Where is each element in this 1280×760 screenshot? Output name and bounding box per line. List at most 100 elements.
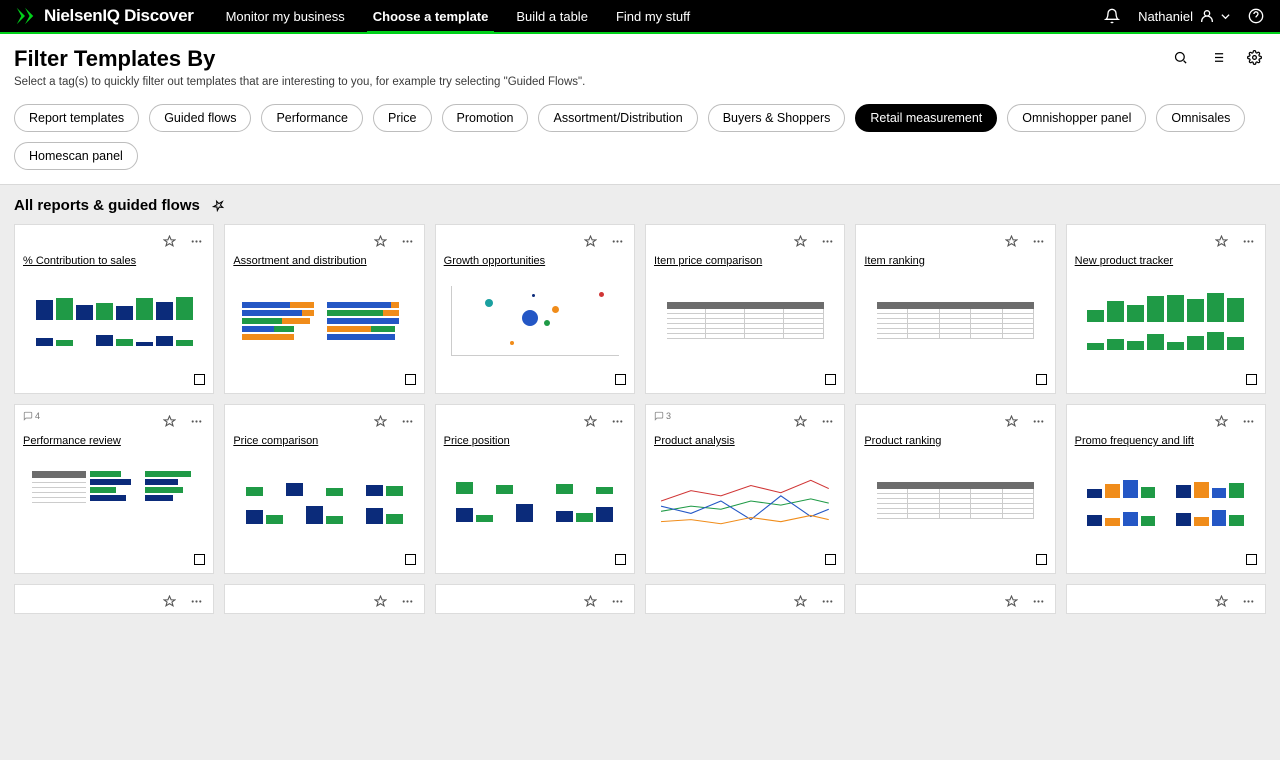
card-title[interactable]: Performance review: [23, 435, 205, 447]
more-icon[interactable]: [819, 593, 836, 607]
card-partial[interactable]: [224, 584, 424, 614]
more-icon[interactable]: [399, 233, 416, 247]
star-icon[interactable]: [1003, 233, 1020, 247]
star-icon[interactable]: [372, 593, 389, 607]
more-icon[interactable]: [1240, 413, 1257, 427]
star-icon[interactable]: [582, 233, 599, 247]
report-type-icon: [615, 554, 626, 565]
more-icon[interactable]: [1030, 593, 1047, 607]
star-icon[interactable]: [372, 233, 389, 247]
more-icon[interactable]: [609, 413, 626, 427]
card-title[interactable]: New product tracker: [1075, 255, 1257, 267]
star-icon[interactable]: [1213, 413, 1230, 427]
card-title[interactable]: Assortment and distribution: [233, 255, 415, 267]
chip-report-templates[interactable]: Report templates: [14, 104, 139, 132]
nav-monitor[interactable]: Monitor my business: [212, 0, 359, 32]
nav-build-table[interactable]: Build a table: [502, 0, 602, 32]
page-subtitle: Select a tag(s) to quickly filter out te…: [14, 76, 1266, 88]
star-icon[interactable]: [1003, 593, 1020, 607]
card-partial[interactable]: [855, 584, 1055, 614]
chart-thumb: [667, 302, 824, 339]
card-growth-opportunities[interactable]: Growth opportunities: [435, 224, 635, 394]
settings-icon[interactable]: [1245, 48, 1264, 67]
topbar-right: Nathaniel: [1102, 6, 1266, 26]
notifications-icon[interactable]: [1102, 6, 1122, 26]
report-type-icon: [194, 554, 205, 565]
more-icon[interactable]: [819, 413, 836, 427]
card-assortment-distribution[interactable]: Assortment and distribution: [224, 224, 424, 394]
card-price-position[interactable]: Price position: [435, 404, 635, 574]
card-title[interactable]: Growth opportunities: [444, 255, 626, 267]
star-icon[interactable]: [792, 233, 809, 247]
star-icon[interactable]: [792, 593, 809, 607]
chart-thumb: [1087, 466, 1244, 536]
list-view-icon[interactable]: [1208, 48, 1227, 67]
chevron-down-icon: [1221, 12, 1230, 21]
card-title[interactable]: Price comparison: [233, 435, 415, 447]
star-icon[interactable]: [792, 413, 809, 427]
chip-omnisales[interactable]: Omnisales: [1156, 104, 1245, 132]
more-icon[interactable]: [609, 593, 626, 607]
chip-performance[interactable]: Performance: [261, 104, 363, 132]
brand-logo: NielsenIQ Discover: [14, 5, 194, 27]
chip-omnishopper[interactable]: Omnishopper panel: [1007, 104, 1146, 132]
chip-homescan[interactable]: Homescan panel: [14, 142, 138, 170]
card-title[interactable]: Product analysis: [654, 435, 836, 447]
card-partial[interactable]: [645, 584, 845, 614]
more-icon[interactable]: [1030, 413, 1047, 427]
chip-guided-flows[interactable]: Guided flows: [149, 104, 251, 132]
user-name: Nathaniel: [1138, 9, 1193, 24]
star-icon[interactable]: [1003, 413, 1020, 427]
card-title[interactable]: Promo frequency and lift: [1075, 435, 1257, 447]
more-icon[interactable]: [1030, 233, 1047, 247]
card-product-ranking[interactable]: Product ranking: [855, 404, 1055, 574]
star-icon[interactable]: [1213, 593, 1230, 607]
card-item-price-comparison[interactable]: Item price comparison: [645, 224, 845, 394]
more-icon[interactable]: [1240, 593, 1257, 607]
card-partial[interactable]: [435, 584, 635, 614]
card-title[interactable]: Item price comparison: [654, 255, 836, 267]
card-title[interactable]: % Contribution to sales: [23, 255, 205, 267]
nav-find-stuff[interactable]: Find my stuff: [602, 0, 704, 32]
more-icon[interactable]: [1240, 233, 1257, 247]
search-icon[interactable]: [1171, 48, 1190, 67]
star-icon[interactable]: [582, 593, 599, 607]
card-title[interactable]: Product ranking: [864, 435, 1046, 447]
top-nav: Monitor my business Choose a template Bu…: [212, 0, 705, 32]
star-icon[interactable]: [1213, 233, 1230, 247]
card-promo-frequency[interactable]: Promo frequency and lift: [1066, 404, 1266, 574]
card-title[interactable]: Item ranking: [864, 255, 1046, 267]
star-icon[interactable]: [161, 233, 178, 247]
nav-choose-template[interactable]: Choose a template: [359, 0, 503, 32]
chip-promotion[interactable]: Promotion: [442, 104, 529, 132]
more-icon[interactable]: [399, 593, 416, 607]
more-icon[interactable]: [188, 233, 205, 247]
card-partial[interactable]: [1066, 584, 1266, 614]
chip-retail-measurement[interactable]: Retail measurement: [855, 104, 997, 132]
card-title[interactable]: Price position: [444, 435, 626, 447]
more-icon[interactable]: [399, 413, 416, 427]
card-price-comparison[interactable]: Price comparison: [224, 404, 424, 574]
card-contribution-sales[interactable]: % Contribution to sales: [14, 224, 214, 394]
star-icon[interactable]: [161, 593, 178, 607]
report-type-icon: [615, 374, 626, 385]
more-icon[interactable]: [609, 233, 626, 247]
card-new-product-tracker[interactable]: New product tracker: [1066, 224, 1266, 394]
user-menu[interactable]: Nathaniel: [1138, 8, 1230, 24]
star-icon[interactable]: [161, 413, 178, 427]
help-icon[interactable]: [1246, 6, 1266, 26]
pin-icon[interactable]: [210, 197, 227, 214]
card-product-analysis[interactable]: 3 Product analysis: [645, 404, 845, 574]
more-icon[interactable]: [188, 593, 205, 607]
more-icon[interactable]: [188, 413, 205, 427]
chip-price[interactable]: Price: [373, 104, 431, 132]
report-type-icon: [405, 374, 416, 385]
chip-buyers[interactable]: Buyers & Shoppers: [708, 104, 846, 132]
chip-assortment[interactable]: Assortment/Distribution: [538, 104, 697, 132]
card-item-ranking[interactable]: Item ranking: [855, 224, 1055, 394]
star-icon[interactable]: [372, 413, 389, 427]
card-partial[interactable]: [14, 584, 214, 614]
more-icon[interactable]: [819, 233, 836, 247]
card-performance-review[interactable]: 4 Performance review: [14, 404, 214, 574]
star-icon[interactable]: [582, 413, 599, 427]
